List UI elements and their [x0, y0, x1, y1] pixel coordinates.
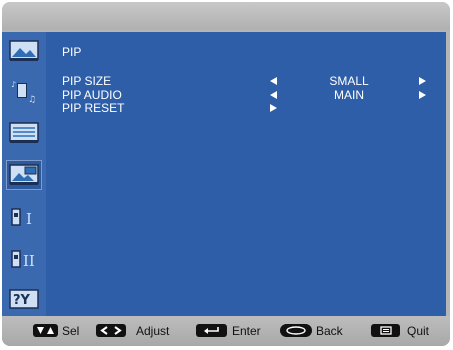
pip-size-value[interactable]: SMALL: [314, 75, 384, 87]
picture-icon[interactable]: [8, 38, 40, 64]
back-button-icon: [280, 324, 312, 337]
pip-audio-right-arrow[interactable]: [419, 91, 426, 99]
pip-audio-value[interactable]: MAIN: [314, 89, 384, 101]
leftright-button-icon: [96, 324, 126, 337]
osd-window: ♪ ♫ I II ?Y PIP PIP SIZE SMALL PIP AUDIO…: [2, 2, 450, 346]
menu-title: PIP: [62, 45, 82, 59]
svg-text:I: I: [26, 210, 32, 228]
pip-size-label: PIP SIZE: [62, 74, 112, 88]
quit-label: Quit: [407, 324, 430, 338]
updown-button-icon: [33, 324, 58, 337]
audio-icon[interactable]: ♪ ♫: [8, 78, 40, 104]
pip-reset-label: PIP RESET: [62, 101, 125, 115]
svg-text:♫: ♫: [28, 95, 36, 104]
menu-panel: PIP PIP SIZE SMALL PIP AUDIO MAIN PIP RE…: [46, 32, 446, 316]
menu-button-icon: [371, 324, 400, 337]
footer-bar: Sel Adjust Enter Back Quit: [2, 316, 450, 346]
pip-reset-arrow[interactable]: [270, 104, 277, 112]
pip-size-right-arrow[interactable]: [419, 77, 426, 85]
sidebar: ♪ ♫ I II ?Y: [2, 32, 46, 316]
pip-size-left-arrow[interactable]: [270, 77, 277, 85]
input2-icon[interactable]: II: [8, 246, 40, 272]
svg-text:?Y: ?Y: [13, 293, 31, 308]
screen-icon[interactable]: [8, 120, 40, 146]
back-label: Back: [316, 324, 343, 338]
pip-audio-left-arrow[interactable]: [270, 91, 277, 99]
adjust-label: Adjust: [136, 324, 170, 338]
option-icon[interactable]: ?Y: [8, 286, 40, 312]
svg-text:II: II: [23, 252, 35, 270]
pip-audio-label: PIP AUDIO: [62, 88, 122, 102]
enter-button-icon: [196, 324, 227, 337]
svg-text:♪: ♪: [11, 80, 16, 89]
pip-icon[interactable]: [6, 160, 42, 190]
enter-label: Enter: [232, 324, 261, 338]
sel-label: Sel: [62, 324, 80, 338]
input1-icon[interactable]: I: [8, 204, 40, 230]
top-bar: [2, 2, 450, 30]
